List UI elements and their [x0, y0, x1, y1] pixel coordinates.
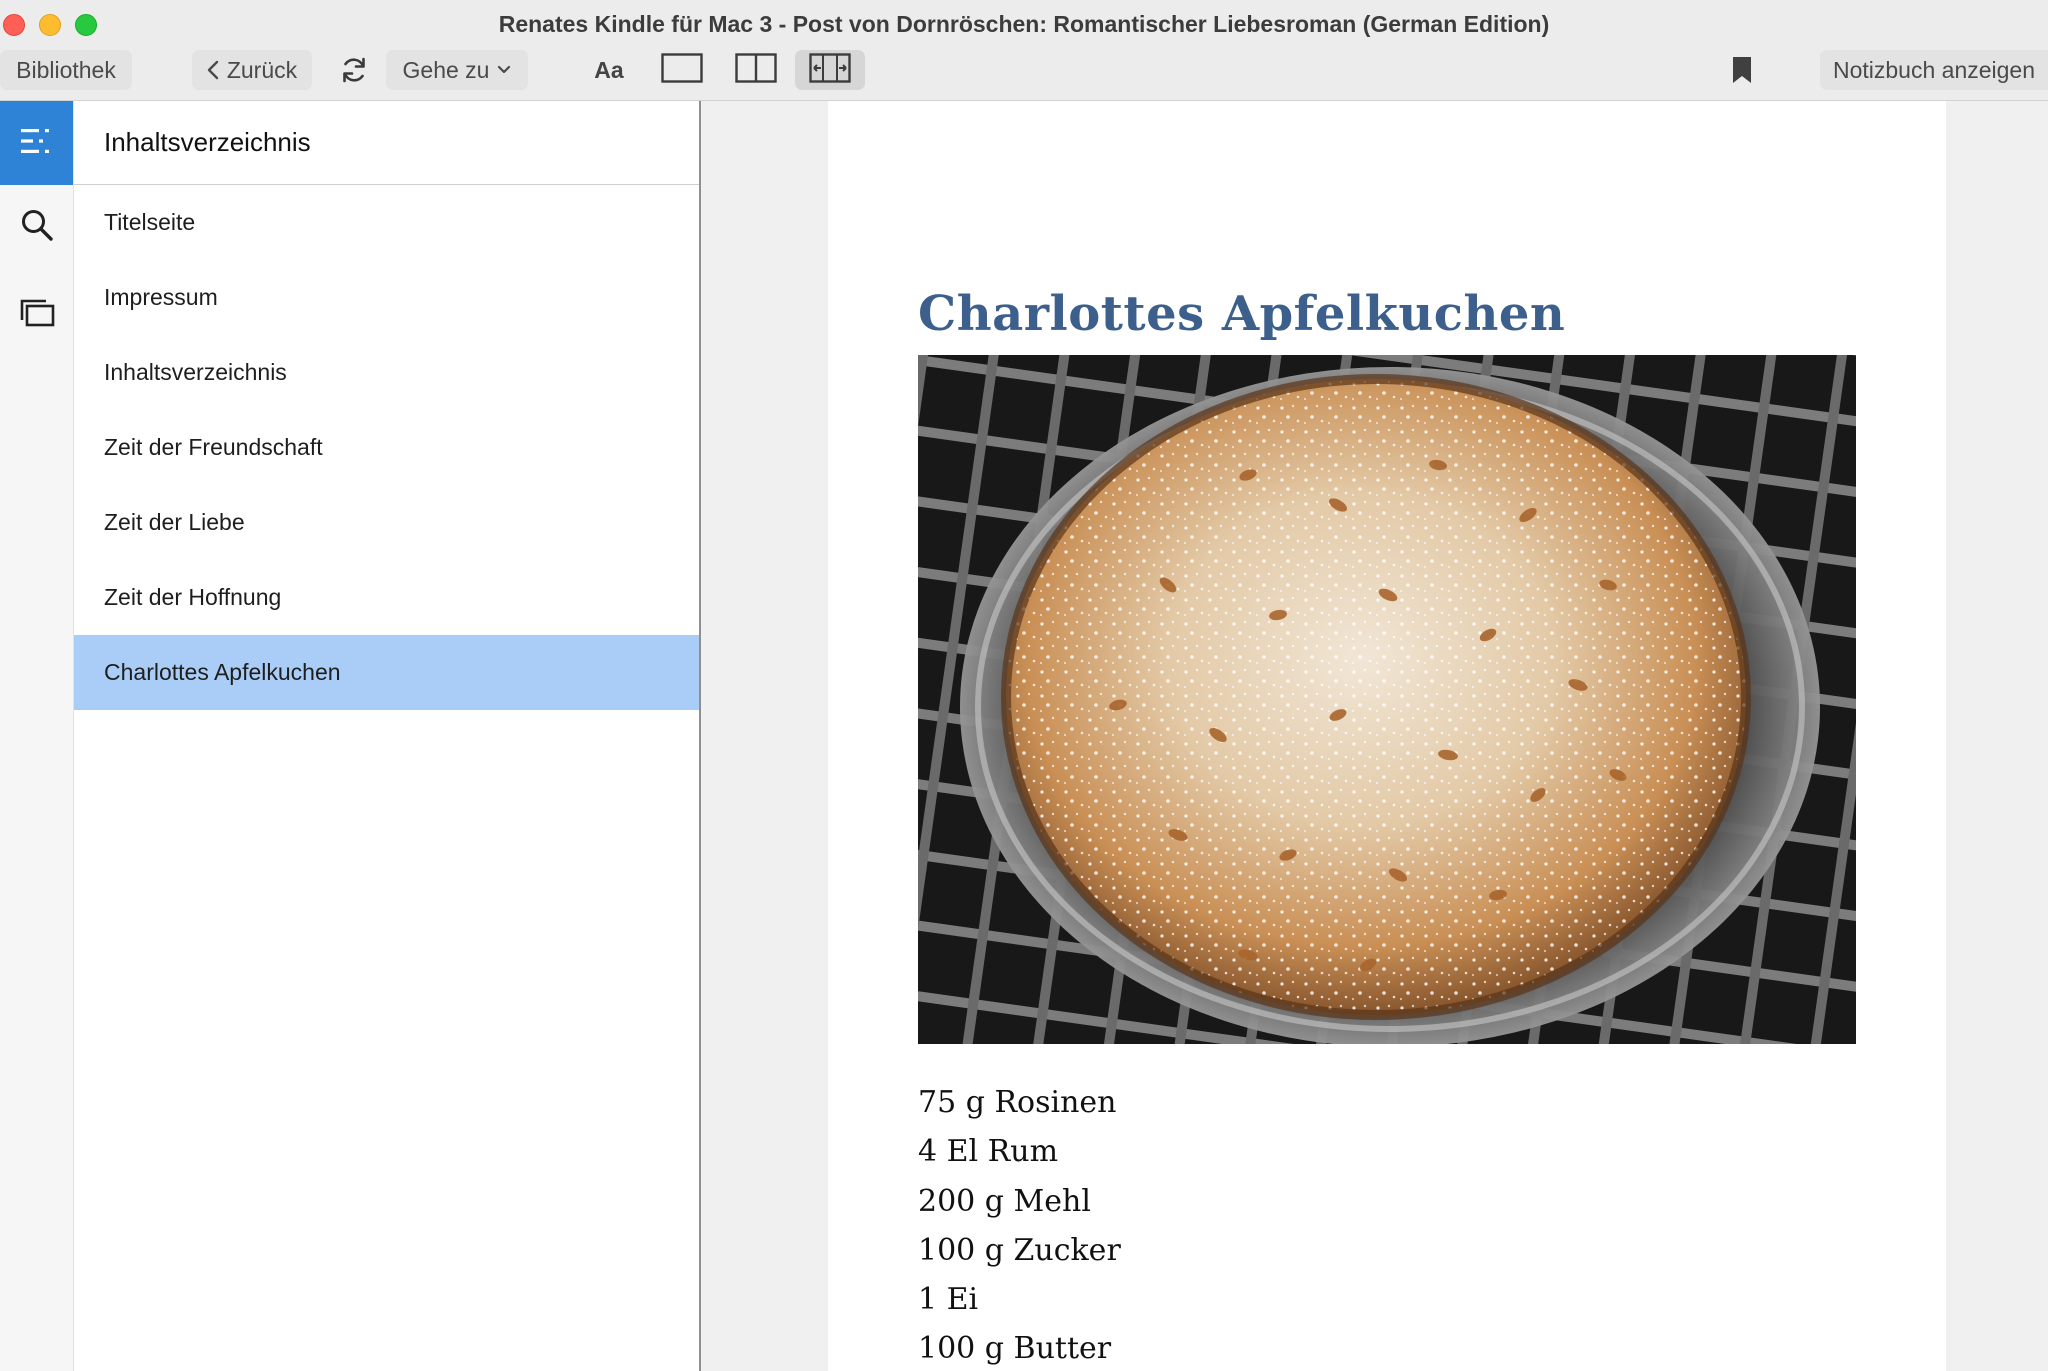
single-page-icon	[661, 52, 703, 88]
ingredient-item: 100 g Butter	[918, 1331, 1112, 1367]
search-icon	[20, 208, 54, 247]
back-button[interactable]: Zurück	[192, 50, 312, 90]
show-notebook-button[interactable]: Notizbuch anzeigen	[1820, 50, 2048, 90]
goto-label: Gehe zu	[402, 56, 490, 83]
sync-button[interactable]	[332, 50, 376, 90]
sidebar-rail	[0, 101, 74, 1371]
library-button[interactable]: Bibliothek	[0, 50, 132, 90]
table-of-contents-icon	[19, 126, 55, 161]
ingredient-item: 4 El Rum	[918, 1134, 1059, 1170]
apple-cake-photo	[918, 355, 1856, 1044]
sync-icon	[339, 55, 369, 85]
flashcards-button[interactable]	[0, 273, 73, 357]
toc-item-inhaltsverzeichnis[interactable]: Inhaltsverzeichnis	[74, 335, 699, 410]
toc-item-zeit-der-liebe[interactable]: Zeit der Liebe	[74, 485, 699, 560]
fit-width-icon	[809, 52, 851, 88]
two-page-layout-button[interactable]	[721, 50, 791, 90]
font-settings-button[interactable]: Aa	[584, 50, 634, 90]
toc-item-impressum[interactable]: Impressum	[74, 260, 699, 335]
window-toolbar: Renates Kindle für Mac 3 - Post von Dorn…	[0, 0, 2048, 101]
single-page-layout-button[interactable]	[647, 50, 717, 90]
back-label: Zurück	[226, 56, 298, 83]
ingredient-item: 75 g Rosinen	[918, 1085, 1117, 1120]
ingredient-item: 1 Ei	[918, 1282, 979, 1318]
flashcards-icon	[19, 298, 55, 333]
layout-segmented-control	[647, 50, 865, 90]
toc-item-titelseite[interactable]: Titelseite	[74, 185, 699, 260]
ingredient-item: 200 g Mehl	[918, 1183, 1091, 1219]
toc-item-zeit-der-freundschaft[interactable]: Zeit der Freundschaft	[74, 410, 699, 485]
goto-dropdown[interactable]: Gehe zu	[386, 50, 528, 90]
table-of-contents-button[interactable]	[0, 101, 73, 185]
search-button[interactable]	[0, 185, 73, 269]
window-title: Renates Kindle für Mac 3 - Post von Dorn…	[498, 11, 1550, 37]
chevron-left-icon	[207, 60, 219, 80]
two-page-icon	[735, 52, 777, 88]
toc-item-charlottes-apfelkuchen[interactable]: Charlottes Apfelkuchen	[74, 635, 699, 710]
toc-list: Titelseite Impressum Inhaltsverzeichnis …	[74, 185, 699, 710]
ingredient-list: 75 g Rosinen 4 El Rum 200 g Mehl 100 g Z…	[918, 1078, 1121, 1371]
scroll-layout-button[interactable]	[795, 50, 865, 90]
table-of-contents-panel: Inhaltsverzeichnis Titelseite Impressum …	[74, 101, 701, 1371]
ingredient-item: 100 g Zucker	[918, 1232, 1121, 1268]
chapter-title: Charlottes Apfelkuchen	[918, 286, 1566, 342]
chevron-down-icon	[497, 65, 511, 75]
toc-item-zeit-der-hoffnung[interactable]: Zeit der Hoffnung	[74, 560, 699, 635]
toc-header: Inhaltsverzeichnis	[74, 101, 699, 185]
bookmark-button[interactable]	[1724, 50, 1760, 90]
bookmark-icon	[1732, 56, 1752, 84]
